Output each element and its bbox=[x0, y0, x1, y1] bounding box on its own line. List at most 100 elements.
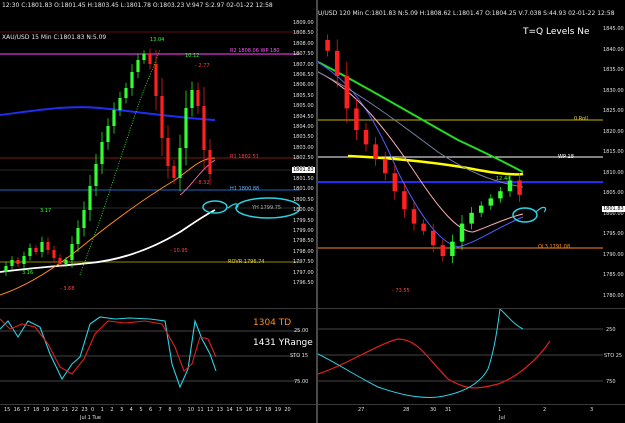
left-time-axis-divider bbox=[0, 404, 316, 405]
left-price-tick: 1801.00 bbox=[293, 186, 314, 193]
left-time-tick: 20 bbox=[284, 407, 291, 413]
left-price-axis[interactable]: 1809.00 1808.50 1808.00 1807.50 1807.00 1806.… bbox=[292, 20, 316, 310]
wp-level-label: WP 18 bbox=[558, 154, 574, 160]
right-low-annotation: - 73.55 bbox=[392, 288, 410, 294]
left-price-tick: 1801.50 bbox=[293, 176, 314, 182]
yrange-label: 1431 YRange bbox=[253, 338, 313, 348]
left-candles bbox=[4, 48, 212, 276]
left-price-tick: 1807.00 bbox=[293, 61, 314, 68]
right-high-annotation: 12.44 bbox=[496, 176, 511, 182]
left-time-tick: 23 bbox=[81, 407, 88, 413]
right-price-chart[interactable] bbox=[318, 22, 603, 307]
left-candle bbox=[130, 72, 134, 88]
right-price-axis[interactable]: 1845.00 1840.00 1835.00 1830.00 1825.00 1820.… bbox=[602, 22, 625, 312]
left-candle bbox=[16, 260, 20, 264]
left-price-tick: 1798.50 bbox=[293, 238, 314, 245]
right-candle bbox=[325, 40, 330, 51]
right-candle bbox=[354, 108, 359, 130]
right-top-header: U/USD 120 Min C:1801.83 N:5.09 H:1808.62… bbox=[318, 10, 615, 17]
cyan-highlight-circle bbox=[202, 200, 228, 214]
right-price-tick: 1835.00 bbox=[603, 67, 624, 73]
right-sto-cyan-line bbox=[318, 309, 524, 398]
left-candle bbox=[88, 186, 92, 210]
right-candle bbox=[498, 191, 503, 199]
right-sto-red-line bbox=[318, 338, 551, 389]
left-time-tick: 18 bbox=[33, 407, 40, 413]
ql3-level-label: QL3 1791.08 bbox=[538, 244, 571, 250]
high-annotation-2: 10.12 bbox=[185, 53, 200, 59]
right-sto-tick-mid: STO 25 bbox=[604, 353, 623, 359]
right-candle bbox=[450, 241, 455, 256]
right-price-tick: 1820.00 bbox=[603, 128, 624, 135]
right-time-tick: 3 bbox=[590, 407, 594, 413]
white-moving-average bbox=[0, 209, 216, 273]
left-time-tick: 17 bbox=[23, 407, 30, 413]
right-candle bbox=[478, 205, 484, 213]
r1-level-label: R1 1802.51 bbox=[230, 154, 259, 160]
right-time-tick: 31 bbox=[445, 407, 452, 413]
value-annotation-1: 3.17 bbox=[40, 208, 52, 214]
left-candle bbox=[190, 90, 194, 108]
right-time-tick: 2 bbox=[543, 407, 547, 413]
left-time-tick: 10 bbox=[187, 407, 195, 413]
left-candle bbox=[34, 248, 38, 252]
left-time-tick: 14 bbox=[226, 407, 233, 413]
left-price-tick: 1797.00 bbox=[293, 269, 314, 276]
right-price-tick: 1830.00 bbox=[603, 87, 624, 94]
left-price-tick: 1800.50 bbox=[293, 196, 314, 203]
left-price-chart[interactable] bbox=[0, 20, 300, 320]
left-time-tick: 13 bbox=[216, 407, 224, 413]
right-candle bbox=[507, 180, 513, 192]
left-price-tick: 1805.50 bbox=[293, 92, 314, 99]
left-candle bbox=[124, 88, 128, 98]
left-candle bbox=[166, 138, 170, 166]
left-price-tick: 1796.50 bbox=[293, 280, 314, 286]
left-time-tick: 15 bbox=[236, 407, 243, 413]
left-candle bbox=[10, 260, 14, 266]
left-price-tick: 1808.50 bbox=[293, 30, 314, 37]
left-candle bbox=[4, 266, 8, 272]
left-price-tick: 1803.50 bbox=[293, 134, 314, 141]
right-stochastic-chart[interactable] bbox=[318, 309, 603, 404]
left-date-label: Jul 1 Tue bbox=[80, 415, 101, 421]
left-candle bbox=[100, 142, 104, 164]
td-label: 1304 TD bbox=[253, 318, 292, 328]
right-candle bbox=[373, 144, 378, 159]
right-date-label: Jul bbox=[499, 415, 506, 421]
left-time-axis[interactable]: 15 16 17 18 19 20 21 22 23 0 1 2 3 4 5 6 7 8 9 10 11 12 13 14 15… bbox=[0, 406, 300, 423]
left-time-tick: 3 bbox=[120, 407, 124, 413]
left-candle bbox=[202, 106, 206, 150]
right-time-axis[interactable]: 27 28 30 31 1 2 3 bbox=[318, 406, 603, 423]
left-candle bbox=[154, 64, 158, 96]
right-cyan-connector bbox=[535, 206, 547, 213]
left-candle bbox=[46, 242, 50, 250]
left-candle bbox=[184, 108, 188, 148]
left-top-header: 12:30 C:1801.83 O:1801.45 H:1803.45 L:18… bbox=[2, 2, 273, 9]
left-price-tick: 1806.50 bbox=[293, 72, 314, 78]
right-time-axis-divider bbox=[318, 404, 625, 405]
right-candle bbox=[430, 230, 436, 246]
right-time-tick: 1 bbox=[498, 407, 502, 413]
right-chart-pane[interactable]: U/USD 120 Min C:1801.83 N:5.09 H:1808.62… bbox=[318, 0, 625, 423]
left-price-tick: 1798.00 bbox=[293, 248, 314, 255]
value-annotation-3: - 2.77 bbox=[195, 63, 210, 69]
high-annotation-1: 13.04 bbox=[150, 37, 165, 43]
left-price-tick: 1809.00 bbox=[293, 20, 314, 26]
roll-level-label: 0.Roll bbox=[574, 116, 588, 122]
left-time-tick: 7 bbox=[158, 407, 162, 413]
left-candle bbox=[112, 110, 116, 126]
left-candle bbox=[148, 54, 152, 64]
right-cyan-highlight-circle bbox=[512, 207, 538, 223]
left-current-price-tag: 1801.83 bbox=[292, 167, 315, 173]
right-candle bbox=[392, 173, 398, 192]
left-chart-pane[interactable]: 12:30 C:1801.83 O:1801.45 H:1803.45 L:18… bbox=[0, 0, 316, 423]
left-time-tick: 6 bbox=[149, 407, 153, 413]
left-time-tick: 18 bbox=[265, 407, 272, 413]
right-candle bbox=[411, 209, 417, 224]
left-price-tick: 1804.50 bbox=[293, 113, 314, 120]
right-candle bbox=[382, 158, 388, 174]
rovr-level-label: ROVR 1796.74 bbox=[228, 259, 265, 265]
left-candle bbox=[136, 60, 140, 72]
left-time-tick: 4 bbox=[129, 407, 133, 413]
left-sto-tick-lower: 75.00 bbox=[294, 379, 309, 385]
